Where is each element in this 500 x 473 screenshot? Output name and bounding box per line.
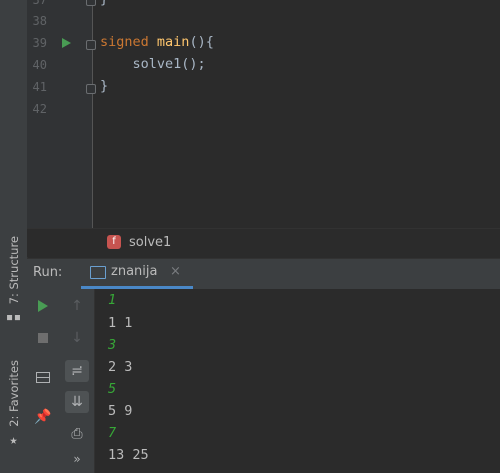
breadcrumb-item[interactable]: solve1	[129, 235, 171, 250]
double-chevron-icon: »	[73, 452, 81, 466]
console-output-line: 1 1	[108, 315, 133, 331]
code-line[interactable]: solve1();	[100, 56, 206, 72]
pin-icon: 📌	[34, 409, 52, 425]
console-input-line: 7	[108, 425, 117, 441]
run-gutter-icon[interactable]	[62, 38, 71, 48]
breadcrumb	[27, 228, 500, 257]
print-button[interactable]: ⎙	[65, 423, 89, 445]
line-number: 41	[32, 80, 47, 94]
scroll-up-button[interactable]: ↑	[65, 295, 89, 317]
scroll-to-end-icon: ⇊	[71, 394, 83, 410]
rerun-button[interactable]	[31, 295, 55, 317]
line-number: 37	[32, 0, 47, 7]
console-output-line: 13 25	[108, 447, 149, 463]
structure-tab-label: 7: Structure	[6, 236, 21, 305]
pin-button[interactable]: 📌	[31, 406, 55, 428]
soft-wrap-button[interactable]: ≓	[65, 360, 89, 382]
layout-icon	[36, 371, 50, 383]
arrow-up-icon: ↑	[71, 298, 83, 314]
favorites-tool-tab[interactable]: 2: Favorites ★	[0, 360, 27, 448]
function-icon: f	[107, 235, 121, 249]
console-output-line: 2 3	[108, 359, 133, 375]
line-number: 39	[32, 36, 47, 50]
structure-tool-tab[interactable]: 7: Structure ▪▪	[0, 236, 27, 325]
function-token: main	[156, 34, 190, 50]
keyword-token: signed	[100, 34, 149, 50]
stop-button[interactable]	[31, 327, 55, 349]
code-line[interactable]: }	[100, 78, 108, 94]
code-line[interactable]: }	[100, 0, 108, 7]
structure-icon: ▪▪	[5, 310, 22, 326]
favorites-tab-label: 2: Favorites	[6, 360, 21, 427]
run-panel-title: Run:	[33, 265, 63, 280]
line-number: 38	[32, 14, 47, 28]
gutter-separator	[92, 0, 93, 228]
code-token: (){	[189, 34, 214, 50]
more-actions-button[interactable]: »	[65, 448, 89, 470]
layout-button[interactable]	[31, 366, 55, 388]
printer-icon: ⎙	[71, 426, 83, 442]
arrow-down-icon: ↓	[71, 330, 83, 346]
console-input-line: 3	[108, 337, 117, 353]
soft-wrap-icon: ≓	[71, 363, 83, 379]
run-tab-label: znanija	[111, 264, 158, 279]
play-icon	[38, 300, 48, 312]
code-line[interactable]: signed main(){	[100, 34, 214, 50]
console-output-line: 5 9	[108, 403, 133, 419]
scroll-to-end-button[interactable]: ⇊	[65, 391, 89, 413]
line-number: 42	[32, 102, 47, 116]
close-tab-icon[interactable]: ×	[170, 264, 181, 279]
star-icon: ★	[9, 432, 18, 448]
stop-icon	[38, 333, 48, 343]
console-icon	[90, 266, 106, 279]
console-input-line: 1	[108, 292, 117, 308]
fold-marker-icon[interactable]	[86, 0, 96, 6]
console-input-line: 5	[108, 381, 117, 397]
fold-marker-icon[interactable]	[86, 84, 96, 94]
console-output[interactable]	[95, 289, 500, 473]
line-number: 40	[32, 58, 47, 72]
fold-marker-icon[interactable]	[86, 40, 96, 50]
scroll-down-button[interactable]: ↓	[65, 327, 89, 349]
